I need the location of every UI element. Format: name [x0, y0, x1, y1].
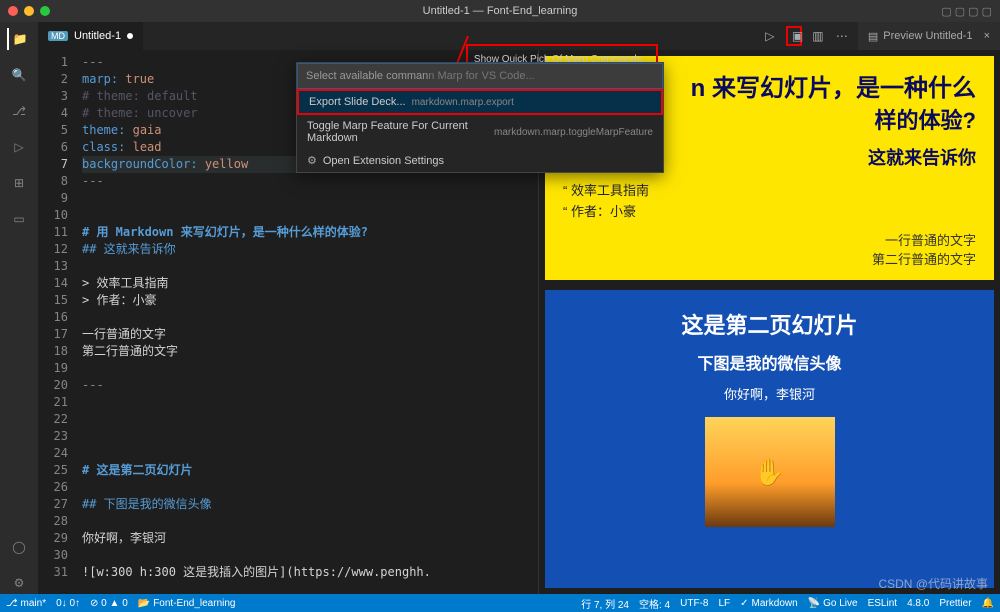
sb-prettier[interactable]: Prettier	[939, 596, 971, 611]
sb-version[interactable]: 4.8.0	[907, 596, 929, 611]
close-window-icon[interactable]	[8, 6, 18, 16]
line-numbers: 1234567891011121314151617181920212223242…	[38, 50, 76, 594]
minimize-window-icon[interactable]	[24, 6, 34, 16]
sb-eol[interactable]: LF	[718, 596, 730, 611]
tab-label: Untitled-1	[74, 30, 121, 42]
sb-sync[interactable]: 0↓ 0↑	[56, 598, 80, 609]
slide2-title: 这是第二页幻灯片	[563, 308, 976, 340]
marp-icon[interactable]: ▣	[786, 26, 802, 46]
status-bar: ⎇ main* 0↓ 0↑ ⊘ 0 ▲ 0 📂 Font-End_learnin…	[0, 594, 1000, 612]
close-tab-icon[interactable]: ×	[984, 30, 990, 42]
slide2-image-placeholder: ✋	[705, 417, 835, 527]
sb-bell-icon[interactable]: 🔔	[982, 596, 994, 611]
palette-item[interactable]: ⚙Open Extension Settings	[297, 149, 663, 172]
preview-icon: ▤	[868, 30, 878, 43]
accounts-icon[interactable]: ◯	[8, 536, 30, 558]
sb-eslint[interactable]: ESLint	[868, 596, 897, 611]
slide1-line2: 第二行普通的文字	[563, 249, 976, 268]
preview-tab-label: Preview Untitled-1	[883, 30, 972, 42]
slide1-title-a: 来写幻灯片，是一种什么	[712, 75, 976, 102]
split-editor-icon[interactable]: ▥	[810, 29, 826, 43]
run-preview-icon[interactable]: ▷	[762, 29, 778, 43]
slide1-quote1: 效率工具指南	[563, 180, 976, 199]
run-debug-icon[interactable]: ▷	[8, 136, 30, 158]
sb-branch[interactable]: ⎇ main*	[6, 598, 46, 609]
slide1-line1: 一行普通的文字	[563, 230, 976, 249]
markdown-badge-icon: MD	[48, 31, 68, 41]
command-palette[interactable]: Select available comman n Marp for VS Co…	[296, 62, 664, 173]
palette-placeholder-b: n Marp for VS Code...	[428, 70, 534, 82]
titlebar: Untitled-1 — Font-End_learning ▢ ▢ ▢ ▢	[0, 0, 1000, 22]
command-palette-list: Export Slide Deck... markdown.marp.expor…	[297, 89, 663, 172]
source-control-icon[interactable]: ⎇	[8, 100, 30, 122]
tab-editor[interactable]: MD Untitled-1	[38, 22, 144, 50]
extensions-icon[interactable]: ⊞	[8, 172, 30, 194]
layout-controls[interactable]: ▢ ▢ ▢ ▢	[941, 5, 992, 18]
sb-problems[interactable]: ⊘ 0 ▲ 0	[90, 598, 128, 609]
tab-preview[interactable]: ▤ Preview Untitled-1 ×	[858, 22, 1000, 50]
sb-folder[interactable]: 📂 Font-End_learning	[138, 598, 236, 609]
gear-icon: ⚙	[307, 154, 317, 167]
sb-language[interactable]: ✓ Markdown	[740, 596, 798, 611]
palette-item[interactable]: Toggle Marp Feature For Current Markdown…	[297, 115, 663, 149]
window-title: Untitled-1 — Font-End_learning	[423, 5, 578, 17]
settings-icon[interactable]: ⚙	[8, 572, 30, 594]
sb-encoding[interactable]: UTF-8	[680, 596, 708, 611]
palette-item[interactable]: Export Slide Deck... markdown.marp.expor…	[297, 89, 663, 115]
palette-placeholder-a: Select available comman	[306, 70, 428, 82]
sb-cursor-pos[interactable]: 行 7, 列 24	[581, 596, 629, 611]
watermark-text: CSDN @代码讲故事	[878, 575, 988, 592]
remote-icon[interactable]: ▭	[8, 208, 30, 230]
slide2-text: 你好啊，李银河	[563, 384, 976, 403]
explorer-icon[interactable]: 📁	[7, 28, 29, 50]
slide2-subtitle: 下图是我的微信头像	[563, 350, 976, 374]
sb-spaces[interactable]: 空格: 4	[639, 596, 670, 611]
slide1-quote2: 作者：小豪	[563, 201, 976, 220]
activity-bar: 📁 🔍 ⎇ ▷ ⊞ ▭ ◯ ⚙	[0, 22, 38, 594]
dirty-indicator-icon	[127, 33, 133, 39]
slide-2: 这是第二页幻灯片 下图是我的微信头像 你好啊，李银河 ✋	[545, 290, 994, 588]
search-icon[interactable]: 🔍	[8, 64, 30, 86]
sb-golive[interactable]: 📡 Go Live	[808, 596, 858, 611]
command-palette-input[interactable]: Select available comman n Marp for VS Co…	[297, 63, 663, 89]
more-actions-icon[interactable]: ⋯	[834, 29, 850, 43]
maximize-window-icon[interactable]	[40, 6, 50, 16]
window-controls[interactable]	[8, 6, 50, 16]
